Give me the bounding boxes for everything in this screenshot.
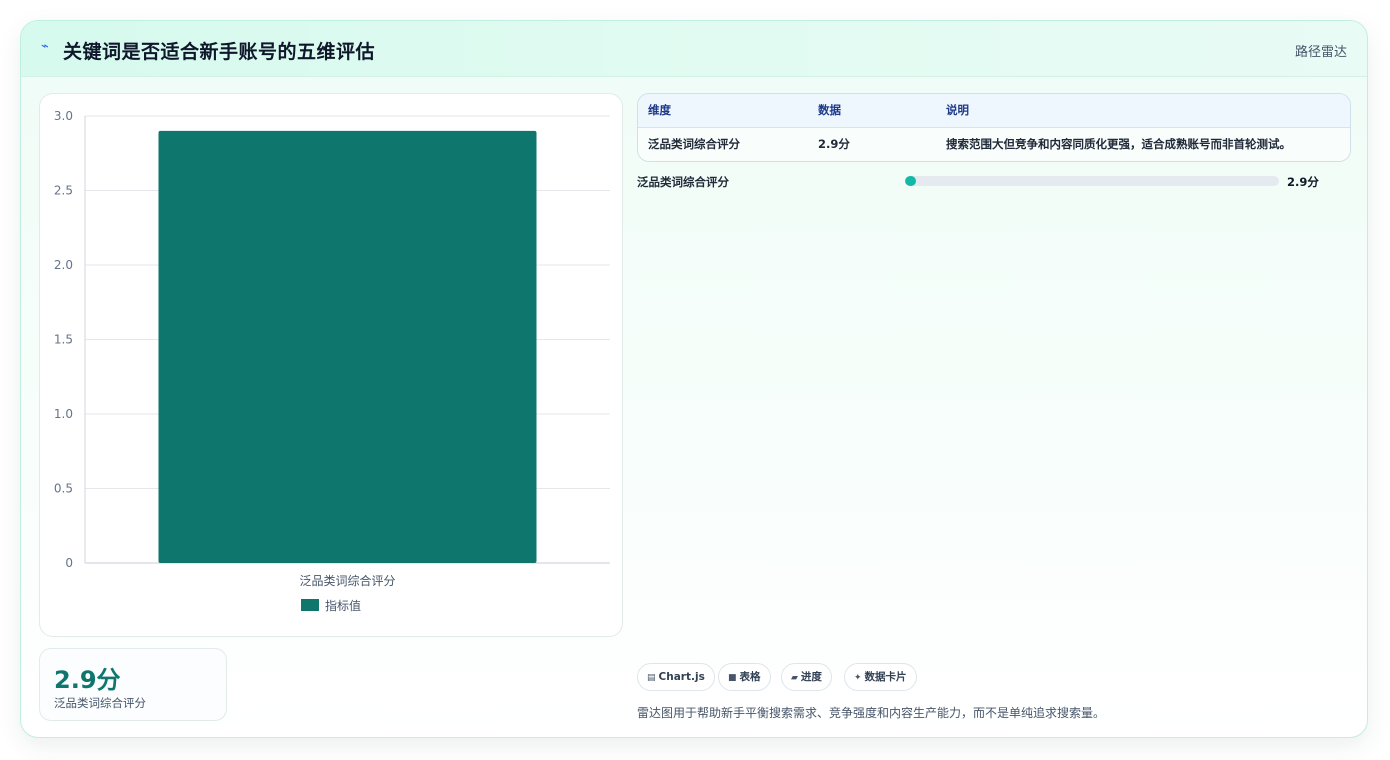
x-tick-label: 泛品类词综合评分 bbox=[299, 573, 395, 588]
lightning-icon: ⌁ bbox=[41, 39, 49, 54]
y-tick-label: 0 bbox=[65, 556, 73, 570]
radar-note: 雷达图用于帮助新手平衡搜索需求、竞争强度和内容生产能力，而不是单纯追求搜索量。 bbox=[637, 706, 1106, 720]
data-table: 维度 数据 说明 泛品类词综合评分 2.9分 搜索范围大但竞争和内容同质化更强，… bbox=[637, 93, 1351, 162]
table-header-dimension: 维度 bbox=[648, 103, 671, 117]
progress-value: 2.9分 bbox=[1287, 175, 1319, 189]
stat-label: 泛品类词综合评分 bbox=[54, 696, 146, 710]
table-icon: ■ bbox=[728, 673, 737, 683]
chip-label: 表格 bbox=[739, 671, 761, 683]
progress-row: 泛品类词综合评分 2.9分 bbox=[637, 171, 1351, 193]
progress-fill bbox=[905, 176, 916, 186]
y-tick-label: 2.0 bbox=[54, 258, 73, 272]
chip-label: 数据卡片 bbox=[864, 671, 907, 683]
stat-card: 2.9分 泛品类词综合评分 bbox=[39, 648, 227, 721]
legend-label: 指标值 bbox=[325, 598, 361, 613]
progress-icon: ▰ bbox=[791, 673, 798, 683]
table-header: 维度 数据 说明 bbox=[638, 94, 1350, 128]
bar bbox=[158, 130, 537, 563]
chip-chartjs[interactable]: ▤ Chart.js bbox=[637, 663, 715, 691]
table-header-data: 数据 bbox=[818, 103, 841, 117]
evaluation-card: ⌁ 关键词是否适合新手账号的五维评估 路径雷达 3.0 2.5 2.0 1.5 1.0 0… bbox=[20, 20, 1368, 738]
card-header: ⌁ 关键词是否适合新手账号的五维评估 路径雷达 bbox=[21, 21, 1367, 77]
y-tick-label: 1.0 bbox=[54, 407, 73, 421]
y-tick-label: 0.5 bbox=[54, 482, 73, 496]
chip-progress[interactable]: ▰ 进度 bbox=[781, 663, 832, 691]
chip-label: 进度 bbox=[800, 671, 822, 683]
table-cell-description: 搜索范围大但竞争和内容同质化更强，适合成熟账号而非首轮测试。 bbox=[946, 137, 1291, 151]
radar-path-tag: 路径雷达 bbox=[1294, 45, 1347, 60]
chart-icon: ▤ bbox=[647, 673, 656, 683]
sparkle-icon: ✦ bbox=[854, 673, 862, 683]
table-cell-data: 2.9分 bbox=[818, 137, 850, 151]
page-title: 关键词是否适合新手账号的五维评估 bbox=[63, 41, 376, 63]
chip-data-card[interactable]: ✦ 数据卡片 bbox=[844, 663, 917, 691]
progress-label: 泛品类词综合评分 bbox=[637, 175, 729, 189]
chip-table[interactable]: ■ 表格 bbox=[718, 663, 771, 691]
table-row: 泛品类词综合评分 2.9分 搜索范围大但竞争和内容同质化更强，适合成熟账号而非首… bbox=[638, 128, 1350, 161]
table-cell-dimension: 泛品类词综合评分 bbox=[648, 137, 740, 151]
bar-chart-panel: 3.0 2.5 2.0 1.5 1.0 0.5 0 泛品类词综合评分指标值 bbox=[39, 93, 623, 637]
chip-label: Chart.js bbox=[658, 671, 705, 683]
y-tick-label: 1.5 bbox=[54, 333, 73, 347]
y-tick-label: 3.0 bbox=[54, 109, 73, 123]
y-tick-label: 2.5 bbox=[54, 184, 73, 198]
progress-track bbox=[905, 176, 1279, 186]
table-header-description: 说明 bbox=[946, 103, 969, 117]
bar-chart: 3.0 2.5 2.0 1.5 1.0 0.5 0 泛品类词综合评分指标值 bbox=[54, 109, 610, 613]
stat-value: 2.9分 bbox=[54, 666, 121, 694]
legend-swatch bbox=[301, 599, 319, 611]
